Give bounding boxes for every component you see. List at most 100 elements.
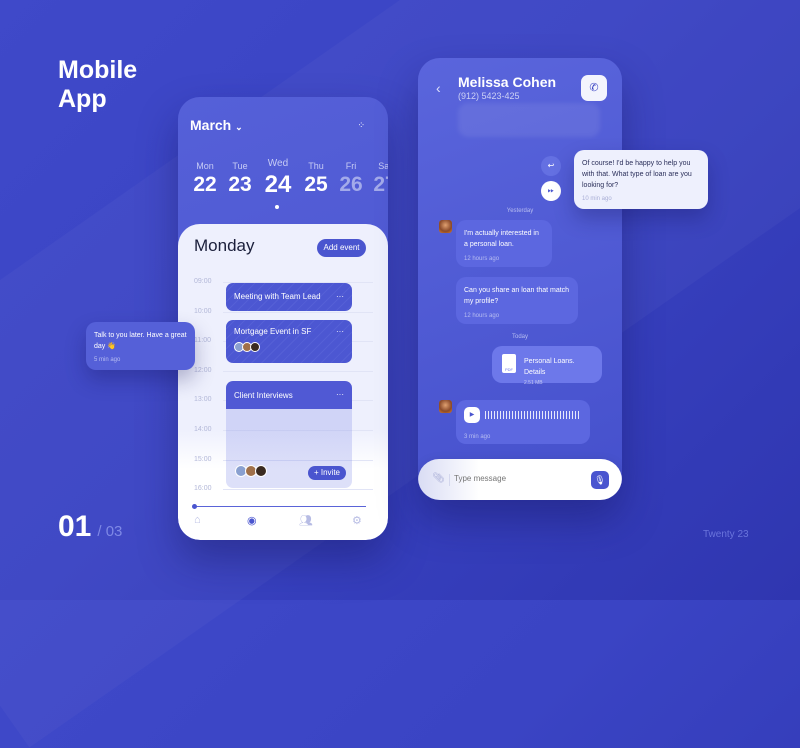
blurred-message xyxy=(458,103,600,137)
more-icon[interactable]: ··· xyxy=(336,283,344,311)
day-date: 22 xyxy=(193,173,217,196)
brand-label: Twenty 23 xyxy=(703,529,749,540)
message-time: 3 min ago xyxy=(464,434,491,440)
day-name: Thu xyxy=(308,161,324,171)
time-label: 16:00 xyxy=(194,485,212,492)
voice-message: ▶ 3 min ago xyxy=(456,400,590,444)
day-name: Fri xyxy=(345,161,357,171)
invite-button[interactable]: + Invite xyxy=(308,466,346,480)
time-label: 10:00 xyxy=(194,308,212,315)
contact-name: Melissa Cohen xyxy=(458,74,557,90)
users-icon[interactable]: 👥︎ xyxy=(299,514,313,527)
calendar-screen: March ⌄ ⁘ Mon 22 Tue 23 Wed 24 Thu 25 Fri 26 … xyxy=(178,97,388,540)
hero-title: Mobile App xyxy=(58,56,138,113)
day-name: Wed xyxy=(267,158,289,169)
current-time-dot xyxy=(192,504,197,509)
pdf-icon: PDF xyxy=(502,354,516,373)
message-time: 5 min ago xyxy=(94,357,121,363)
day-item[interactable]: Fri 26 xyxy=(333,161,369,197)
month-label: March xyxy=(190,117,232,133)
avatar xyxy=(255,465,267,477)
message-text: I'm actually interested in a personal lo… xyxy=(464,230,539,248)
grid-icon[interactable]: ⁘ xyxy=(357,120,366,131)
settings-icon[interactable]: ⚙ xyxy=(352,514,362,527)
day-item-selected[interactable]: Wed 24 xyxy=(260,158,296,199)
chat-icon[interactable]: ◉ xyxy=(247,514,257,527)
event-card[interactable]: Mortgage Event in SF ··· xyxy=(226,320,352,363)
time-label: 11:00 xyxy=(194,337,211,344)
message-bubble: I'm actually interested in a personal lo… xyxy=(456,220,552,267)
divider xyxy=(449,474,450,486)
more-icon[interactable]: ··· xyxy=(336,390,344,399)
hour-line xyxy=(223,489,373,490)
day-item[interactable]: Sat 27 xyxy=(367,161,388,197)
forward-icon[interactable]: ⏩︎ xyxy=(541,181,561,201)
message-time: 10 min ago xyxy=(582,196,612,202)
time-label: 13:00 xyxy=(194,396,212,403)
chevron-down-icon: ⌄ xyxy=(235,122,243,132)
hour-line xyxy=(223,371,373,372)
file-attachment[interactable]: PDF Personal Loans. Details 2.51 MB xyxy=(492,346,602,386)
contact-avatar xyxy=(439,220,452,233)
current-time-line xyxy=(194,506,366,507)
day-title: Monday xyxy=(194,236,255,255)
hour-line xyxy=(223,312,373,313)
message-input[interactable] xyxy=(454,474,574,483)
file-size: 2.51 MB xyxy=(524,380,543,386)
mic-button[interactable]: 🎙︎ xyxy=(591,471,609,489)
phone-icon: ✆ xyxy=(589,82,599,94)
selected-day-dot xyxy=(275,205,279,209)
more-icon[interactable]: ··· xyxy=(336,327,344,336)
floating-message-bubble: Talk to you later. Have a great day 👋 5 … xyxy=(86,322,195,370)
event-card[interactable]: Meeting with Team Lead ··· xyxy=(226,283,352,311)
time-label: 15:00 xyxy=(194,456,212,463)
day-name: Mon xyxy=(196,161,214,171)
message-text: Of course! I'd be happy to help you with… xyxy=(582,160,692,189)
day-date: 24 xyxy=(264,171,292,198)
message-bubble: Can you share an loan that match my prof… xyxy=(456,277,578,324)
page-total: / 03 xyxy=(97,523,123,540)
event-card[interactable]: Client Interviews ··· + Invite xyxy=(226,381,352,488)
message-time: 12 hours ago xyxy=(464,256,500,262)
event-title: Client Interviews xyxy=(234,391,293,400)
day-item[interactable]: Thu 25 xyxy=(298,161,334,197)
event-title: Mortgage Event in SF xyxy=(234,327,312,336)
file-name: Personal Loans. Details xyxy=(524,358,575,376)
event-title: Meeting with Team Lead xyxy=(234,292,321,301)
play-button[interactable]: ▶ xyxy=(464,407,480,423)
month-selector[interactable]: March ⌄ xyxy=(190,117,243,133)
attendee-avatars xyxy=(234,342,344,354)
back-icon[interactable]: ‹ xyxy=(436,80,441,96)
day-item[interactable]: Tue 23 xyxy=(222,161,258,197)
page-current: 01 xyxy=(58,510,92,543)
attach-icon[interactable]: 📎︎ xyxy=(432,473,445,484)
time-label: 14:00 xyxy=(194,426,212,433)
day-name: Sat xyxy=(378,161,388,171)
avatar xyxy=(250,342,260,352)
day-name: Tue xyxy=(232,161,248,171)
waveform[interactable] xyxy=(485,408,581,422)
home-icon[interactable]: ⌂ xyxy=(194,514,201,526)
time-label: 12:00 xyxy=(194,367,212,374)
day-date: 27 xyxy=(373,173,388,196)
add-event-button[interactable]: Add event xyxy=(317,239,366,257)
reply-icon[interactable]: ↩ xyxy=(541,156,561,176)
schedule-sheet: Monday Add event 09:00 10:00 11:00 12:00… xyxy=(178,224,388,540)
attendee-avatars xyxy=(235,465,267,479)
time-label: 09:00 xyxy=(194,278,212,285)
message-time: 12 hours ago xyxy=(464,313,500,319)
call-button[interactable]: ✆ xyxy=(581,75,607,101)
message-text: Talk to you later. Have a great day 👋 xyxy=(94,332,187,350)
chat-screen: ‹ Melissa Cohen (912) 5423-425 ✆ ↩ ⏩︎ Ye… xyxy=(418,58,622,500)
day-date: 25 xyxy=(304,173,328,196)
pager: 01 / 03 xyxy=(58,510,122,544)
day-date: 26 xyxy=(339,173,363,196)
contact-avatar xyxy=(439,400,452,413)
day-item[interactable]: Mon 22 xyxy=(187,161,223,197)
floating-reply-bubble: Of course! I'd be happy to help you with… xyxy=(574,150,708,209)
contact-phone: (912) 5423-425 xyxy=(458,91,520,101)
day-date: 23 xyxy=(228,173,252,196)
date-separator: Today xyxy=(511,334,528,340)
microphone-icon: 🎙︎ xyxy=(594,475,606,485)
message-text: Can you share an loan that match my prof… xyxy=(464,287,570,305)
